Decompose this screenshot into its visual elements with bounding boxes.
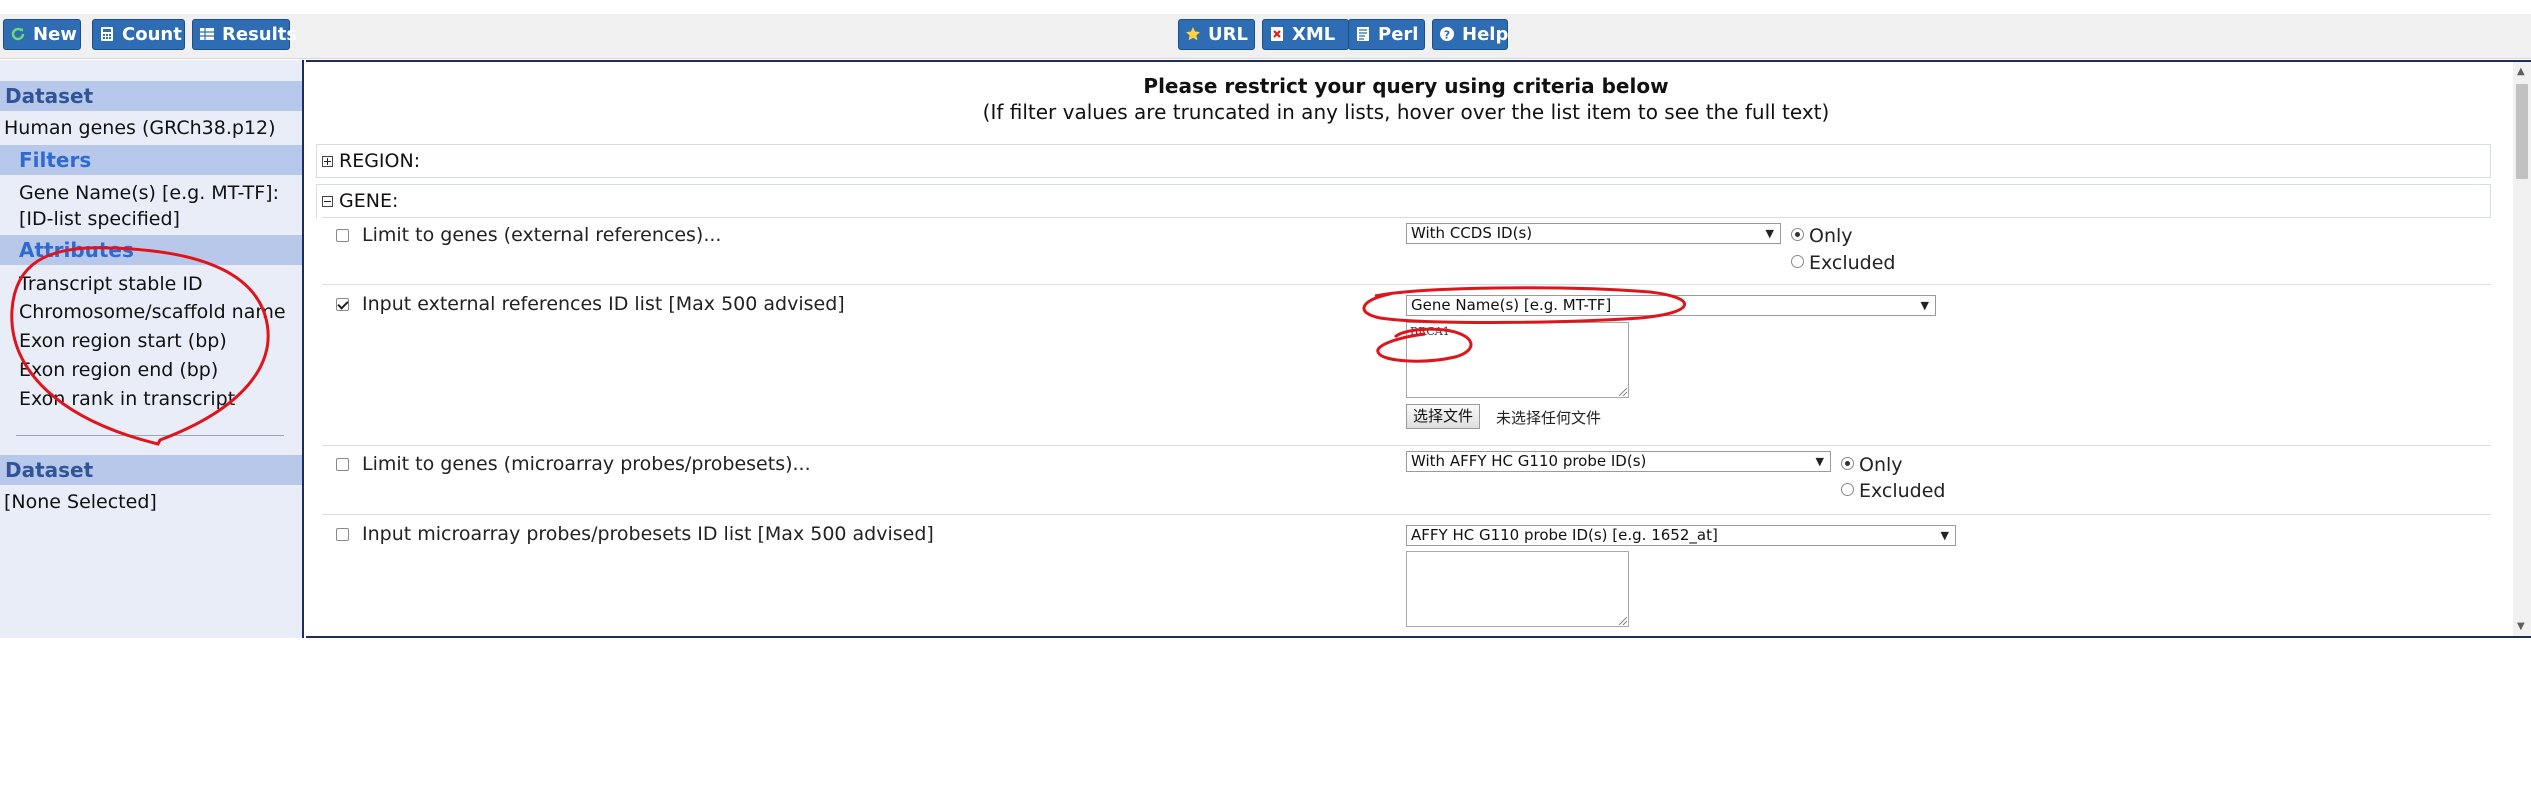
new-button-label: New [33, 24, 77, 45]
probe-id-type-select-value: AFFY HC G110 probe ID(s) [e.g. 1652_at] [1411, 526, 1718, 544]
id-type-select-value: Gene Name(s) [e.g. MT-TF] [1411, 296, 1612, 314]
limit-external-checkbox[interactable] [336, 229, 349, 242]
page-title: Please restrict your query using criteri… [1143, 74, 1669, 98]
count-button-label: Count [122, 24, 182, 45]
results-button[interactable]: Results [192, 19, 297, 50]
id-type-select[interactable]: Gene Name(s) [e.g. MT-TF] ▼ [1406, 295, 1936, 316]
sidebar-dataset-header[interactable]: Dataset [0, 81, 302, 111]
excluded-label: Excluded [1859, 480, 1946, 502]
dropdown-arrow-icon: ▼ [1765, 227, 1774, 240]
attribute-item[interactable]: Exon region start (bp) [19, 328, 227, 354]
scroll-down-arrow-icon[interactable]: ▼ [2517, 621, 2525, 632]
limit-probe-checkbox[interactable] [336, 458, 349, 471]
summary-sidebar: Dataset Human genes (GRCh38.p12) Filters… [0, 60, 304, 638]
only-label: Only [1809, 225, 1853, 247]
toolbar: New Count Results URL XML Perl ? Help [0, 14, 2531, 59]
excluded-radio[interactable] [1841, 483, 1854, 496]
vertical-scrollbar[interactable]: ▲ ▼ [2513, 62, 2531, 636]
scroll-up-arrow-icon[interactable]: ▲ [2517, 66, 2525, 77]
star-icon [1186, 27, 1200, 41]
url-button[interactable]: URL [1178, 19, 1255, 50]
row-divider [322, 284, 2491, 285]
limit-probe-label: Limit to genes (microarray probes/probes… [362, 453, 811, 475]
attribute-item[interactable]: Exon region end (bp) [19, 357, 218, 383]
gene-section-label: GENE: [339, 190, 399, 212]
xml-button-label: XML [1292, 24, 1336, 45]
results-button-label: Results [222, 24, 298, 45]
row-divider [322, 514, 2491, 515]
refresh-icon [11, 27, 25, 41]
gene-section[interactable]: GENE: [316, 184, 2491, 218]
svg-text:?: ? [1444, 29, 1450, 42]
scrollbar-thumb[interactable] [2516, 84, 2528, 179]
row-divider [322, 217, 2491, 218]
region-section-label: REGION: [339, 150, 421, 172]
dataset-name[interactable]: Human genes (GRCh38.p12) [4, 115, 276, 141]
help-button-label: Help [1462, 24, 1509, 45]
only-radio[interactable] [1841, 457, 1854, 470]
input-external-label: Input external references ID list [Max 5… [362, 293, 845, 315]
xml-file-icon [1271, 27, 1283, 41]
collapse-icon[interactable] [322, 196, 333, 207]
calculator-icon [101, 27, 113, 41]
id-list-value: BRCA1 [1410, 325, 1450, 338]
new-button[interactable]: New [3, 19, 81, 50]
sidebar-divider [16, 435, 284, 436]
probe-id-list-textarea[interactable] [1406, 551, 1629, 627]
script-icon [1357, 27, 1369, 41]
external-reference-select[interactable]: With CCDS ID(s) ▼ [1406, 223, 1781, 244]
attribute-item[interactable]: Chromosome/scaffold name [19, 299, 286, 325]
sidebar-attributes-header[interactable]: Attributes [0, 235, 302, 265]
attribute-item[interactable]: Transcript stable ID [19, 271, 203, 297]
dropdown-arrow-icon: ▼ [1940, 529, 1949, 542]
probe-select-value: With AFFY HC G110 probe ID(s) [1411, 452, 1647, 470]
dataset2-value: [None Selected] [4, 491, 157, 513]
file-status-text: 未选择任何文件 [1496, 409, 1602, 427]
dropdown-arrow-icon: ▼ [1920, 299, 1929, 312]
perl-button[interactable]: Perl [1348, 19, 1425, 50]
sidebar-dataset2-header[interactable]: Dataset [0, 455, 302, 485]
resize-grip-icon[interactable] [1619, 388, 1627, 396]
count-button[interactable]: Count [92, 19, 185, 50]
page-subtitle: (If filter values are truncated in any l… [982, 100, 1830, 124]
sidebar-filters-header[interactable]: Filters [0, 145, 302, 175]
expand-icon[interactable] [322, 156, 333, 167]
external-reference-select-value: With CCDS ID(s) [1411, 224, 1533, 242]
resize-grip-icon[interactable] [1619, 617, 1627, 625]
xml-button[interactable]: XML [1262, 19, 1349, 50]
only-label: Only [1859, 454, 1903, 476]
input-external-checkbox[interactable] [336, 298, 349, 311]
probe-select[interactable]: With AFFY HC G110 probe ID(s) ▼ [1406, 451, 1831, 472]
excluded-radio[interactable] [1791, 255, 1804, 268]
row-divider [322, 445, 2491, 446]
only-radio[interactable] [1791, 228, 1804, 241]
help-button[interactable]: ? Help [1432, 19, 1508, 50]
excluded-label: Excluded [1809, 252, 1896, 274]
region-section[interactable]: REGION: [316, 144, 2491, 178]
perl-button-label: Perl [1378, 24, 1419, 45]
table-icon [200, 28, 214, 40]
filter-summary-line2[interactable]: [ID-list specified] [19, 206, 180, 232]
input-probe-checkbox[interactable] [336, 528, 349, 541]
probe-id-type-select[interactable]: AFFY HC G110 probe ID(s) [e.g. 1652_at] ▼ [1406, 525, 1956, 546]
filter-panel: Please restrict your query using criteri… [306, 60, 2531, 638]
dropdown-arrow-icon: ▼ [1815, 455, 1824, 468]
help-icon: ? [1440, 27, 1454, 42]
limit-external-label: Limit to genes (external references)... [362, 224, 722, 246]
url-button-label: URL [1208, 24, 1248, 45]
input-probe-label: Input microarray probes/probesets ID lis… [362, 523, 934, 545]
choose-file-button[interactable]: 选择文件 [1406, 404, 1481, 429]
id-list-textarea[interactable]: BRCA1 [1406, 322, 1629, 398]
attribute-item[interactable]: Exon rank in transcript [19, 386, 235, 412]
filter-summary-line1[interactable]: Gene Name(s) [e.g. MT-TF]: [19, 180, 279, 206]
